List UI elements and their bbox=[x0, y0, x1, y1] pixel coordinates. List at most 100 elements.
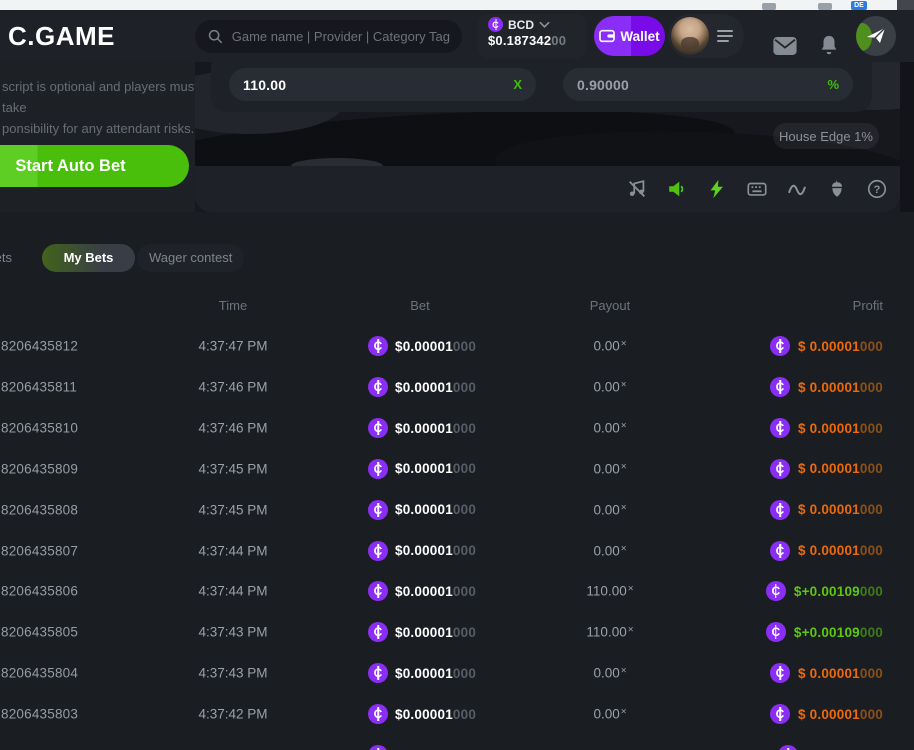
coin-icon bbox=[770, 500, 790, 520]
bet-table-row[interactable]: 8206435806 4:37:44 PM $0.00001000 110.00… bbox=[0, 571, 914, 612]
bet-time: 4:37:45 PM bbox=[178, 461, 288, 476]
bet-payout: 0.00× bbox=[555, 707, 665, 722]
bet-time: 4:37:46 PM bbox=[178, 380, 288, 395]
bet-table-row[interactable]: 8206435812 4:37:47 PM $0.00001000 0.00× … bbox=[0, 326, 914, 367]
coin-icon bbox=[770, 459, 790, 479]
profile-menu[interactable] bbox=[668, 14, 744, 58]
bet-table-row[interactable]: 8206435807 4:37:44 PM $0.00001000 0.00× … bbox=[0, 530, 914, 571]
bet-profit: $+0.00109000 bbox=[766, 622, 883, 642]
currency-selector[interactable]: BCD $0.18734200 bbox=[478, 14, 586, 58]
top-navigation-bar: C.GAME Game name | Provider | Category T… bbox=[0, 10, 914, 62]
chat-icon bbox=[864, 24, 888, 48]
coin-icon bbox=[766, 581, 786, 601]
bet-id: 8206435812 bbox=[1, 339, 78, 354]
bet-amount: $0.00001000 bbox=[368, 704, 476, 724]
payout-input[interactable]: 110.00 X bbox=[229, 68, 536, 101]
partial-next-row bbox=[0, 745, 914, 750]
site-logo[interactable]: C.GAME bbox=[8, 10, 115, 62]
bet-payout: 0.00× bbox=[555, 543, 665, 558]
bet-id: 8206435804 bbox=[1, 666, 78, 681]
seed-icon[interactable] bbox=[826, 178, 848, 200]
help-icon[interactable]: ? bbox=[866, 178, 888, 200]
game-toolbar: ? bbox=[195, 166, 900, 212]
start-auto-bet-button[interactable]: Start Auto Bet bbox=[0, 145, 189, 187]
coin-icon bbox=[766, 622, 786, 642]
live-stats-icon[interactable] bbox=[786, 178, 808, 200]
bet-payout: 0.00× bbox=[555, 461, 665, 476]
bet-table-row[interactable]: 8206435803 4:37:42 PM $0.00001000 0.00× … bbox=[0, 694, 914, 735]
tab-my-bets[interactable]: My Bets bbox=[42, 244, 135, 272]
bet-id: 8206435811 bbox=[1, 380, 77, 395]
bet-table-row[interactable]: 8206435809 4:37:45 PM $0.00001000 0.00× … bbox=[0, 449, 914, 490]
bet-id: 8206435810 bbox=[1, 421, 78, 436]
bet-time: 4:37:43 PM bbox=[178, 625, 288, 640]
bet-amount: $0.00001000 bbox=[368, 418, 476, 438]
bet-payout: 0.00× bbox=[555, 339, 665, 354]
bet-time: 4:37:45 PM bbox=[178, 502, 288, 517]
coin-icon bbox=[368, 663, 388, 683]
coin-icon bbox=[368, 500, 388, 520]
bet-profit: $ 0.00001000 bbox=[770, 377, 883, 397]
music-off-icon[interactable] bbox=[626, 178, 648, 200]
wallet-balance: $0.18734200 bbox=[488, 33, 586, 48]
search-placeholder: Game name | Provider | Category Tag bbox=[232, 29, 450, 44]
browser-extension-icon[interactable] bbox=[762, 3, 776, 10]
bet-time: 4:37:46 PM bbox=[178, 421, 288, 436]
bet-time: 4:37:44 PM bbox=[178, 543, 288, 558]
coin-icon bbox=[770, 377, 790, 397]
coin-icon bbox=[770, 663, 790, 683]
sound-on-icon[interactable] bbox=[666, 178, 688, 200]
browser-corner bbox=[897, 0, 914, 10]
coin-icon bbox=[770, 541, 790, 561]
bet-profit: $ 0.00001000 bbox=[770, 418, 883, 438]
translate-extension-icon[interactable]: DE bbox=[851, 1, 867, 10]
bet-time: 4:37:47 PM bbox=[178, 339, 288, 354]
bet-amount: $0.00001000 bbox=[368, 500, 476, 520]
avatar bbox=[671, 17, 709, 55]
bet-table-row[interactable]: 8206435810 4:37:46 PM $0.00001000 0.00× … bbox=[0, 408, 914, 449]
menu-icon bbox=[717, 29, 733, 43]
wallet-button[interactable]: Wallet bbox=[594, 16, 665, 56]
tab-all-bets[interactable]: All Bets bbox=[0, 244, 38, 272]
coin-icon bbox=[368, 459, 388, 479]
bet-table-row[interactable]: 8206435805 4:37:43 PM $0.00001000 110.00… bbox=[0, 612, 914, 653]
bet-id: 8206435805 bbox=[1, 625, 78, 640]
bet-amount: $0.00001000 bbox=[368, 581, 476, 601]
notifications-icon[interactable] bbox=[818, 34, 840, 58]
bet-profit: $ 0.00001000 bbox=[770, 336, 883, 356]
bet-amount: $0.00001000 bbox=[368, 622, 476, 642]
bet-controls-sidebar: script is optional and players must take… bbox=[0, 62, 195, 212]
bet-time: 4:37:44 PM bbox=[178, 584, 288, 599]
bet-profit: $ 0.00001000 bbox=[770, 663, 883, 683]
bet-table-row[interactable]: 8206435811 4:37:46 PM $0.00001000 0.00× … bbox=[0, 367, 914, 408]
coin-icon bbox=[770, 418, 790, 438]
bets-table-header: Time Bet Payout Profit bbox=[0, 298, 914, 316]
browser-extension-icon[interactable] bbox=[818, 3, 832, 10]
win-chance-input[interactable]: 0.90000 % bbox=[563, 68, 853, 101]
bet-id: 8206435807 bbox=[1, 543, 78, 558]
bet-amount: $0.00001000 bbox=[368, 336, 476, 356]
search-bar[interactable]: Game name | Provider | Category Tag bbox=[195, 20, 462, 53]
bet-payout: 110.00× bbox=[555, 625, 665, 640]
bet-amount: $0.00001000 bbox=[368, 541, 476, 561]
chat-button[interactable] bbox=[856, 16, 896, 56]
bet-id: 8206435809 bbox=[1, 461, 78, 476]
turbo-icon[interactable] bbox=[706, 178, 728, 200]
bcd-coin-icon bbox=[488, 17, 503, 32]
coin-icon bbox=[368, 581, 388, 601]
tab-wager-contest[interactable]: Wager contest bbox=[137, 244, 244, 272]
bet-profit: $+0.00109000 bbox=[766, 581, 883, 601]
page-gutter bbox=[900, 62, 914, 212]
coin-icon bbox=[368, 704, 388, 724]
messages-icon[interactable] bbox=[772, 36, 798, 56]
bet-table-row[interactable]: 8206435808 4:37:45 PM $0.00001000 0.00× … bbox=[0, 489, 914, 530]
bet-id: 8206435803 bbox=[1, 707, 78, 722]
coin-icon bbox=[368, 745, 388, 750]
wallet-icon bbox=[599, 29, 615, 43]
bet-table-row[interactable]: 8206435804 4:37:43 PM $0.00001000 0.00× … bbox=[0, 653, 914, 694]
bet-payout: 0.00× bbox=[555, 502, 665, 517]
column-header-time: Time bbox=[178, 298, 288, 313]
hotkeys-icon[interactable] bbox=[746, 178, 768, 200]
coin-icon bbox=[778, 745, 798, 750]
bet-amount: $0.00001000 bbox=[368, 377, 476, 397]
